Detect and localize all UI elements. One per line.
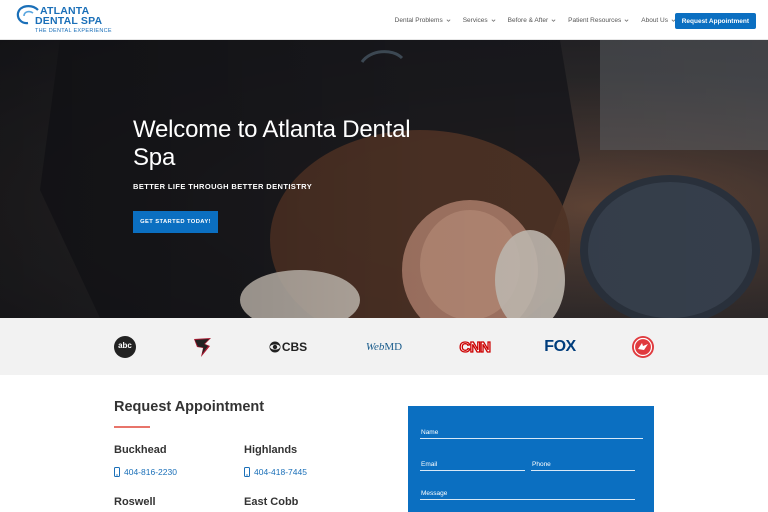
webmd-logo: Web MD [363,335,405,359]
location-name-buckhead: Buckhead [114,444,167,456]
phone-link-highlands[interactable]: 404-418-7445 [244,467,307,477]
falcon-icon [194,338,211,357]
cnn-logo-text: CNN [459,338,492,356]
appointment-title: Request Appointment [114,399,265,415]
nav-before-after[interactable]: Before & After [508,17,556,24]
cnn-logo: CNN [458,335,492,359]
nav-label: Before & After [507,16,549,24]
cbs-logo: CBS [267,335,309,359]
hero-subtitle: BETTER LIFE THROUGH BETTER DENTISTRY [133,182,313,191]
logo-text-line2: DENTAL SPA [35,15,103,27]
cbs-eye-icon [269,341,281,353]
main-nav: Dental Problems Services Before & After … [395,0,676,40]
appointment-form: Name Email Phone Message [408,406,654,512]
phone-field[interactable]: Phone [531,457,635,471]
name-field-label: Name [421,429,439,436]
nav-about-us[interactable]: About Us [641,17,676,24]
nav-label: Services [462,16,488,24]
nav-services[interactable]: Services [463,17,496,24]
abc-logo-text: abc [118,341,132,350]
nav-patient-resources[interactable]: Patient Resources [568,17,629,24]
site-logo[interactable]: ATLANTA DENTAL SPA THE DENTAL EXPERIENCE [16,5,126,35]
phone-field-label: Phone [532,461,551,468]
phone-number: 404-816-2230 [124,467,177,477]
press-logos-strip: abc CBS Web MD CNN FOX [0,318,768,375]
location-name-east-cobb: East Cobb [244,496,299,508]
abc-logo: abc [113,335,137,359]
message-field[interactable]: Message [420,486,635,500]
site-header: ATLANTA DENTAL SPA THE DENTAL EXPERIENCE… [0,0,768,40]
webmd-logo-text-b: MD [384,341,403,353]
hero-overlay [0,40,768,318]
hawks-icon [632,336,654,358]
webmd-logo-text-a: Web [365,341,385,353]
nav-label: Patient Resources [568,16,622,24]
nav-dental-problems[interactable]: Dental Problems [395,17,451,24]
fox-logo: FOX [543,335,577,359]
name-field[interactable]: Name [420,425,643,439]
logo-tagline: THE DENTAL EXPERIENCE [35,28,112,34]
chevron-down-icon [551,18,556,22]
title-underline [114,426,150,428]
nav-label: Dental Problems [394,16,443,24]
location-name-highlands: Highlands [244,444,298,456]
hero-title: Welcome to Atlanta Dental Spa [133,116,411,171]
message-field-label: Message [421,490,448,497]
chevron-down-icon [624,18,629,22]
chevron-down-icon [491,18,496,22]
email-field-label: Email [421,461,438,468]
mobile-phone-icon [244,467,250,477]
cbs-logo-text: CBS [281,340,308,354]
nav-label: About Us [641,16,668,24]
chevron-down-icon [446,18,451,22]
phone-number: 404-418-7445 [254,467,307,477]
location-name-roswell: Roswell [114,496,156,508]
get-started-button[interactable]: GET STARTED TODAY! [133,211,218,233]
request-appointment-button[interactable]: Request Appointment [674,13,756,29]
hawks-logo [631,335,655,359]
email-field[interactable]: Email [420,457,525,471]
phone-link-buckhead[interactable]: 404-816-2230 [114,467,177,477]
fox-logo-text: FOX [544,338,576,355]
hero-banner: Welcome to Atlanta Dental Spa BETTER LIF… [0,40,768,318]
falcons-logo [191,335,215,359]
mobile-phone-icon [114,467,120,477]
